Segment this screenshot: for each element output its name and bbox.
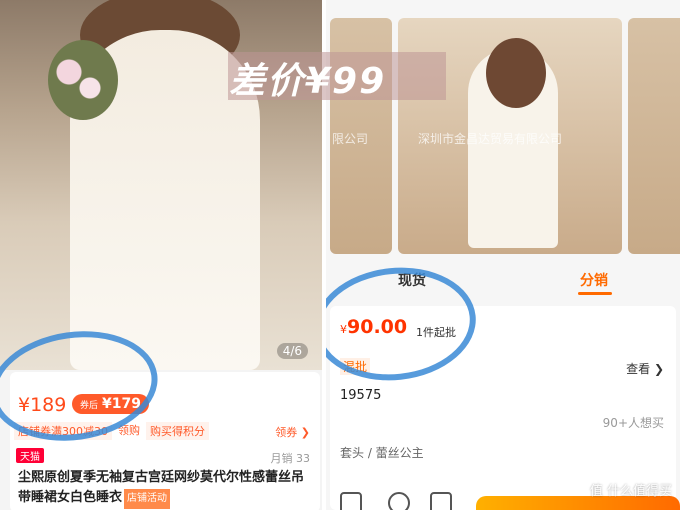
flowers	[48, 40, 118, 120]
product-category: 套头 / 蕾丝公主	[340, 446, 424, 460]
price-difference-text: 差价¥99	[229, 61, 387, 102]
product-code: 19575	[340, 388, 382, 403]
image-counter: 4/6	[276, 343, 308, 359]
watermark-1: 限公司	[332, 132, 369, 146]
shop-icon[interactable]	[340, 492, 362, 510]
favorite-icon[interactable]	[388, 492, 410, 510]
carousel-photo-next[interactable]	[628, 18, 680, 254]
tab-distribution[interactable]: 分销	[580, 270, 608, 290]
tmall-badge: 天猫	[16, 448, 44, 463]
chat-icon[interactable]	[430, 492, 452, 510]
promo-points[interactable]: 购买得积分	[146, 422, 209, 440]
view-link[interactable]: 查看 ❯	[626, 360, 664, 377]
watermark-2: 深圳市金昌达贸易有限公司	[418, 132, 563, 146]
shop-event-badge[interactable]: 店铺活动	[124, 489, 171, 509]
monthly-sales: 月销 33	[270, 452, 311, 465]
product-title: 尘熙原创夏季无袖复古宫廷网纱莫代尔性感蕾丝吊带睡裙女白色睡衣 店铺活动	[18, 468, 313, 509]
tab-active-indicator	[578, 292, 612, 295]
want-count: 90+人想买	[602, 416, 664, 430]
site-credit: 值 什么值得买	[589, 484, 672, 499]
get-coupon-link[interactable]: 领券 ❯	[275, 424, 310, 440]
model-hair	[486, 38, 546, 108]
